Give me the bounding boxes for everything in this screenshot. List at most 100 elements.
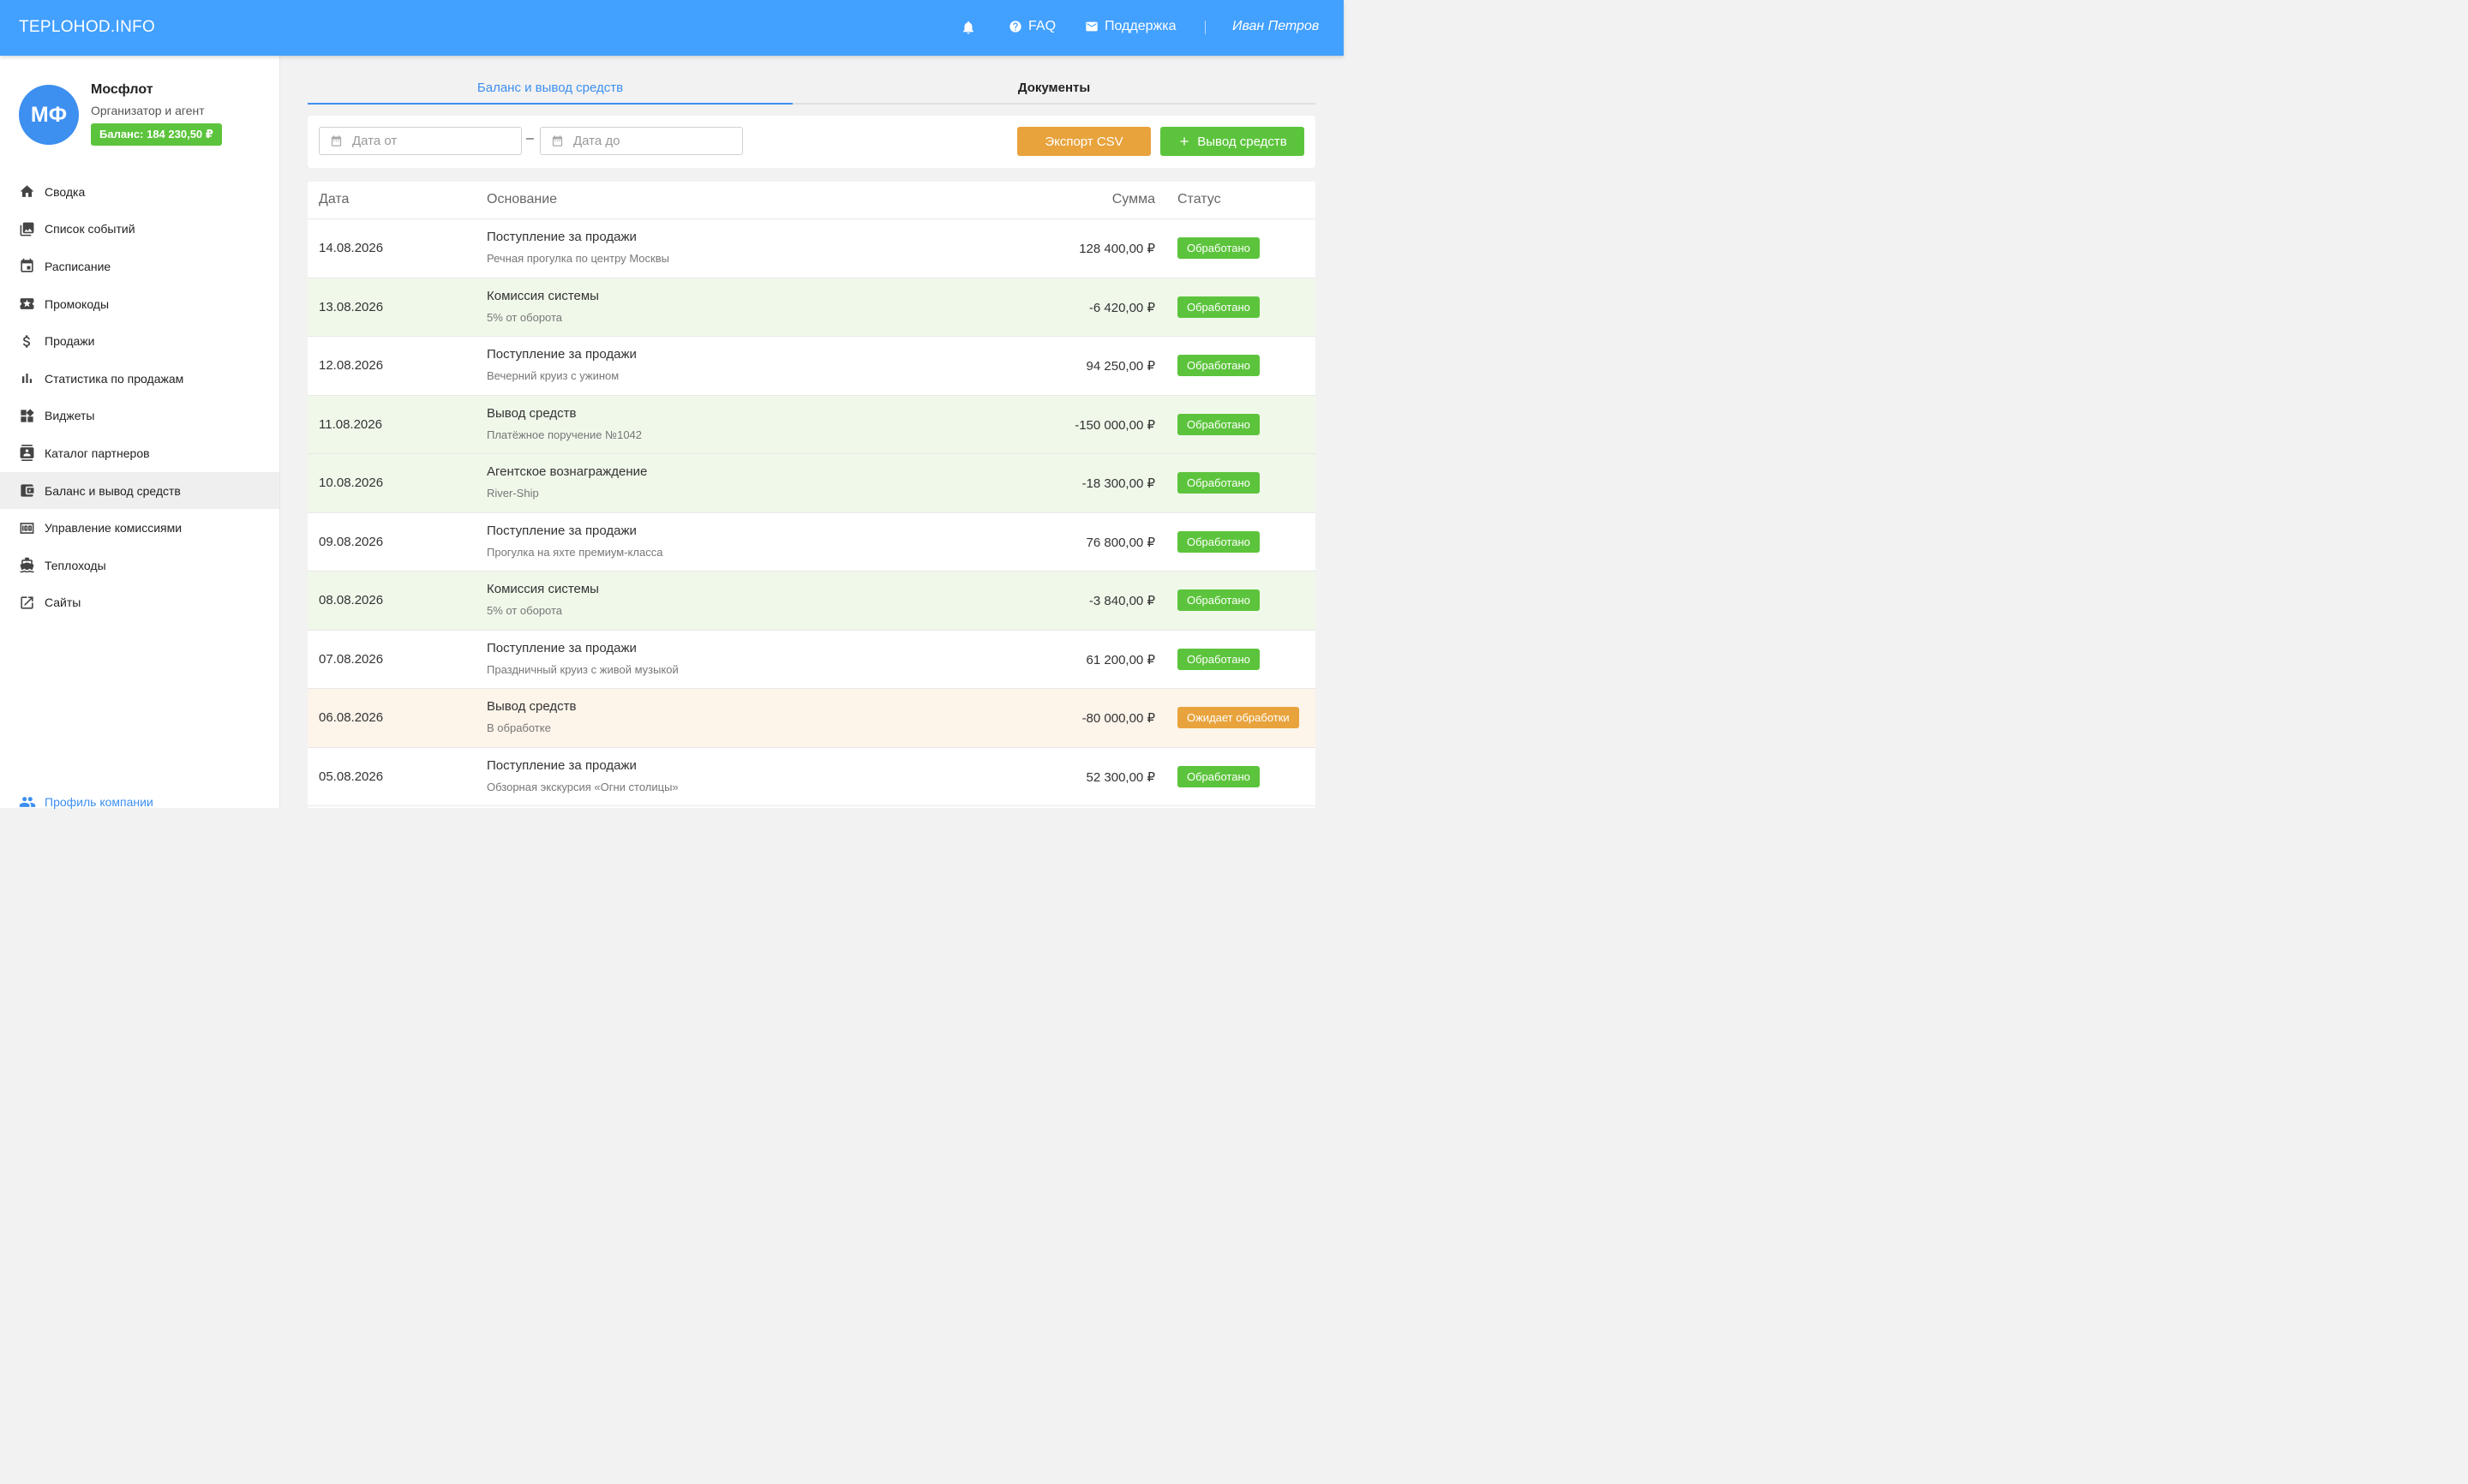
row-amount: -6 420,00 ₽ bbox=[1088, 300, 1155, 315]
date-from-input[interactable] bbox=[350, 133, 508, 149]
row-subtitle: Речная прогулка по центру Москвы bbox=[487, 252, 669, 265]
ship-icon bbox=[20, 558, 34, 573]
row-date: 12.08.2026 bbox=[319, 358, 384, 373]
sidebar-item-promocodes[interactable]: Промокоды bbox=[0, 285, 279, 323]
row-subtitle: River-Ship bbox=[487, 487, 539, 500]
column-header-date[interactable]: Дата bbox=[319, 192, 349, 207]
sidebar-item-label: Сайты bbox=[45, 595, 81, 610]
people-icon bbox=[19, 797, 36, 807]
row-date: 08.08.2026 bbox=[319, 593, 384, 607]
sidebar-item-balance[interactable]: Баланс и вывод средств bbox=[0, 471, 279, 510]
sidebar-item-label: Каталог партнеров bbox=[45, 446, 150, 460]
table-row[interactable]: 10.08.2026 Агентское вознаграждение River-… bbox=[308, 454, 1315, 513]
column-header-sum[interactable]: Сумма bbox=[1112, 192, 1155, 207]
sidebar-nav: Сводка Список событий Расписание Промоко… bbox=[0, 173, 279, 621]
support-link[interactable]: Поддержка bbox=[1085, 19, 1176, 34]
notifications-bell-icon[interactable] bbox=[961, 19, 976, 36]
date-range-separator: – bbox=[526, 131, 534, 146]
row-amount: -3 840,00 ₽ bbox=[1088, 594, 1155, 608]
faq-link[interactable]: FAQ bbox=[1009, 19, 1056, 34]
status-badge: Обработано bbox=[1177, 648, 1260, 670]
status-badge: Обработано bbox=[1177, 589, 1260, 611]
money-icon bbox=[20, 522, 34, 534]
row-subtitle: Обзорная экскурсия «Огни столицы» bbox=[487, 780, 679, 793]
row-title: Поступление за продажи bbox=[487, 347, 637, 362]
row-title: Поступление за продажи bbox=[487, 757, 637, 773]
tab-documents[interactable]: Документы bbox=[793, 73, 1315, 103]
row-subtitle: 5% от оборота bbox=[487, 604, 563, 617]
bar-chart-icon bbox=[21, 374, 33, 384]
row-date: 14.08.2026 bbox=[319, 241, 384, 255]
withdraw-button[interactable]: Вывод средств bbox=[1160, 127, 1304, 156]
sidebar-item-label: Баланс и вывод средств bbox=[45, 483, 181, 498]
table-row[interactable]: 06.08.2026 Вывод средств В обработке -80 00… bbox=[308, 689, 1315, 748]
widgets-icon bbox=[21, 409, 34, 422]
status-badge: Обработано bbox=[1177, 296, 1260, 318]
balance-badge: Баланс: 184 230,50 ₽ bbox=[91, 123, 222, 146]
row-date: 13.08.2026 bbox=[319, 299, 384, 314]
table-row[interactable]: 08.08.2026 Комиссия системы 5% от оборота -… bbox=[308, 571, 1315, 631]
sidebar-item-commissions[interactable]: Управление комиссиями bbox=[0, 509, 279, 547]
external-link-icon bbox=[21, 596, 33, 609]
column-header-status: Статус bbox=[1177, 192, 1221, 206]
row-date: 09.08.2026 bbox=[319, 534, 384, 549]
sidebar-item-sales-stats[interactable]: Статистика по продажам bbox=[0, 360, 279, 398]
row-title: Поступление за продажи bbox=[487, 523, 637, 538]
row-title: Агентское вознаграждение bbox=[487, 464, 648, 479]
status-badge: Обработано bbox=[1177, 413, 1260, 435]
sidebar-item-label: Список событий bbox=[45, 222, 135, 236]
status-badge: Обработано bbox=[1177, 355, 1260, 376]
row-title: Комиссия системы bbox=[487, 582, 599, 596]
app: TEPLOHOD.INFO FAQ Поддержка Иван Петров … bbox=[0, 0, 1344, 811]
table-row[interactable]: 13.08.2026 Комиссия системы 5% от оборота -… bbox=[308, 278, 1315, 337]
sidebar-item-summary[interactable]: Сводка bbox=[0, 173, 279, 211]
calendar-icon bbox=[552, 135, 563, 147]
plus-icon bbox=[1180, 137, 1189, 146]
sidebar-item-label: Виджеты bbox=[45, 409, 95, 423]
column-header-basis: Основание bbox=[487, 192, 558, 206]
row-subtitle: Вечерний круиз с ужином bbox=[487, 369, 620, 382]
tab-balance[interactable]: Баланс и вывод средств bbox=[308, 73, 793, 105]
export-csv-button[interactable]: Экспорт CSV bbox=[1017, 127, 1151, 156]
table-row[interactable]: 05.08.2026 Поступление за продажи Обзорная… bbox=[308, 747, 1315, 806]
row-subtitle: Праздничный круиз с живой музыкой bbox=[487, 662, 679, 676]
sidebar-item-label: Расписание bbox=[45, 259, 111, 273]
sidebar-item-company-profile[interactable]: Профиль компании bbox=[19, 793, 153, 811]
user-menu[interactable]: Иван Петров bbox=[1232, 19, 1319, 34]
sidebar-item-partners[interactable]: Каталог партнеров bbox=[0, 434, 279, 472]
sidebar-item-widgets[interactable]: Виджеты bbox=[0, 398, 279, 435]
sidebar-item-sales[interactable]: Продажи bbox=[0, 322, 279, 360]
mail-icon bbox=[1085, 20, 1099, 33]
row-amount: -18 300,00 ₽ bbox=[1081, 476, 1155, 491]
transactions-table: Дата Основание Сумма Статус 14.08.2026 По… bbox=[308, 182, 1315, 808]
date-from-field[interactable] bbox=[319, 127, 522, 155]
filter-bar: – Экспорт CSV Вывод средств bbox=[308, 116, 1315, 168]
table-row[interactable]: 07.08.2026 Поступление за продажи Празднич… bbox=[308, 630, 1315, 689]
sidebar-item-schedule[interactable]: Расписание bbox=[0, 248, 279, 285]
row-amount: -80 000,00 ₽ bbox=[1081, 711, 1155, 726]
organization-name: Мосфлот bbox=[91, 82, 153, 97]
help-icon bbox=[1009, 20, 1022, 33]
row-title: Вывод средств bbox=[487, 699, 577, 714]
table-row[interactable]: 11.08.2026 Вывод средств Платёжное поручен… bbox=[308, 395, 1315, 454]
sidebar-item-sites[interactable]: Сайты bbox=[0, 584, 279, 622]
top-bar: TEPLOHOD.INFO FAQ Поддержка Иван Петров bbox=[0, 0, 1344, 56]
row-amount: 128 400,00 ₽ bbox=[1079, 242, 1155, 256]
table-row[interactable]: 09.08.2026 Поступление за продажи Прогулка… bbox=[308, 512, 1315, 571]
table-header: Дата Основание Сумма Статус bbox=[308, 182, 1315, 219]
row-subtitle: 5% от оборота bbox=[487, 310, 563, 324]
status-badge: Обработано bbox=[1177, 765, 1260, 787]
sidebar-item-ships[interactable]: Теплоходы bbox=[0, 547, 279, 584]
date-to-field[interactable] bbox=[540, 127, 743, 155]
row-amount: -150 000,00 ₽ bbox=[1075, 417, 1155, 433]
sidebar-item-label: Теплоходы bbox=[45, 558, 106, 572]
logo[interactable]: TEPLOHOD.INFO bbox=[19, 18, 155, 37]
table-row[interactable]: 12.08.2026 Поступление за продажи Вечерний… bbox=[308, 337, 1315, 396]
date-to-input[interactable] bbox=[572, 133, 729, 149]
avatar[interactable]: МФ bbox=[19, 85, 79, 145]
sidebar-item-label: Продажи bbox=[45, 334, 95, 349]
table-row[interactable]: 14.08.2026 Поступление за продажи Речная п… bbox=[308, 219, 1315, 278]
sidebar-item-events[interactable]: Список событий bbox=[0, 211, 279, 248]
row-date: 10.08.2026 bbox=[319, 476, 384, 490]
contacts-icon bbox=[20, 445, 34, 462]
